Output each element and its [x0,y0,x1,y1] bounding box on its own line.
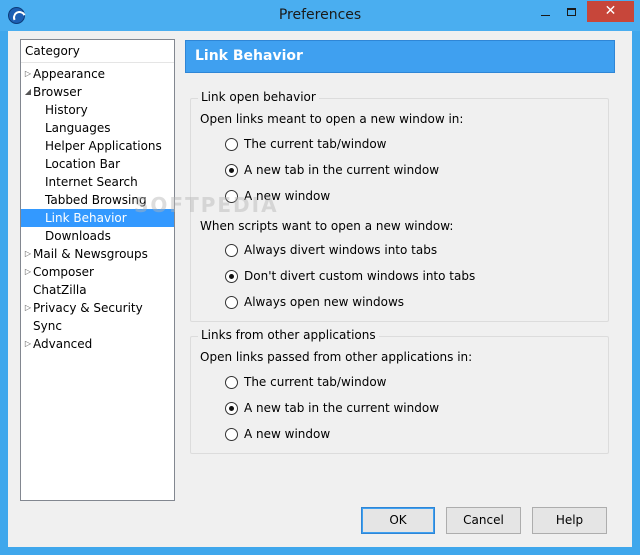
tree-item-label: Downloads [45,229,111,243]
tree-item-label: Privacy & Security [33,301,143,315]
tree-item-label: Advanced [33,337,93,351]
group-title: Link open behavior [198,90,319,104]
collapse-arrow-icon[interactable]: ◢ [23,83,33,101]
radio-open-new-windows[interactable] [225,296,238,309]
radio-label[interactable]: Always open new windows [244,295,404,309]
expand-arrow-icon[interactable]: ▷ [23,299,33,317]
close-icon: ✕ [604,3,617,19]
tree-item-label: History [45,103,88,117]
expand-arrow-icon[interactable]: ▷ [23,263,33,281]
tree-item-label: ChatZilla [33,283,87,297]
radio-label[interactable]: The current tab/window [244,375,386,389]
tree-item-location-bar[interactable]: Location Bar [21,155,174,173]
expand-arrow-icon[interactable]: ▷ [23,335,33,353]
tree-item-label: Helper Applications [45,139,162,153]
ok-button[interactable]: OK [361,507,435,534]
expand-arrow-icon[interactable]: ▷ [23,65,33,83]
preferences-window: Preferences ✕ Category ▷ Appearance ◢ Br… [0,0,640,555]
minimize-button[interactable] [532,1,558,23]
radio-other-new-tab[interactable] [225,402,238,415]
tree-item-sync[interactable]: Sync [21,317,174,335]
tree-item-composer[interactable]: ▷ Composer [21,263,174,281]
tree-item-label: Mail & Newsgroups [33,247,148,261]
tree-item-chatzilla[interactable]: ChatZilla [21,281,174,299]
radio-label[interactable]: Always divert windows into tabs [244,243,437,257]
tree-item-browser[interactable]: ◢ Browser [21,83,174,101]
tree-item-privacy-security[interactable]: ▷ Privacy & Security [21,299,174,317]
maximize-icon [567,8,576,16]
tree-item-label: Sync [33,319,62,333]
tree-item-history[interactable]: History [21,101,174,119]
radio-label[interactable]: Don't divert custom windows into tabs [244,269,475,283]
radio-new-tab[interactable] [225,164,238,177]
radio-divert-into-tabs[interactable] [225,244,238,257]
panel-title: Link Behavior [195,48,303,64]
other-apps-prompt: Open links passed from other application… [200,350,473,364]
radio-other-current-tab[interactable] [225,376,238,389]
scripts-prompt: When scripts want to open a new window: [200,219,454,233]
tree-item-label: Location Bar [45,157,121,171]
tree-item-label: Internet Search [45,175,138,189]
category-tree: Category ▷ Appearance ◢ Browser History … [20,39,175,501]
dialog-body: Category ▷ Appearance ◢ Browser History … [8,31,632,547]
radio-dont-divert-custom[interactable] [225,270,238,283]
cancel-button[interactable]: Cancel [446,507,521,534]
category-header: Category [21,40,174,63]
close-button[interactable]: ✕ [587,1,634,22]
radio-label[interactable]: A new window [244,427,330,441]
new-window-prompt: Open links meant to open a new window in… [200,112,464,126]
tree-item-label: Appearance [33,67,106,81]
tree-item-internet-search[interactable]: Internet Search [21,173,174,191]
expand-arrow-icon[interactable]: ▷ [23,245,33,263]
tree-item-label: Tabbed Browsing [45,193,147,207]
minimize-icon [541,15,550,16]
panel-header: Link Behavior [185,40,615,73]
tree-item-downloads[interactable]: Downloads [21,227,174,245]
radio-label[interactable]: The current tab/window [244,137,386,151]
tree-item-label: Browser [33,85,82,99]
radio-label[interactable]: A new tab in the current window [244,163,439,177]
softpedia-watermark: SOFTPEDIA [134,193,279,217]
title-bar[interactable]: Preferences ✕ [0,0,640,31]
tree-item-mail-newsgroups[interactable]: ▷ Mail & Newsgroups [21,245,174,263]
tree-item-advanced[interactable]: ▷ Advanced [21,335,174,353]
group-title: Links from other applications [198,328,379,342]
maximize-button[interactable] [558,1,584,23]
radio-current-tab[interactable] [225,138,238,151]
radio-other-new-window[interactable] [225,428,238,441]
tree-item-label: Languages [45,121,111,135]
tree-item-appearance[interactable]: ▷ Appearance [21,65,174,83]
help-button[interactable]: Help [532,507,607,534]
tree-item-label: Composer [33,265,94,279]
tree-item-label: Link Behavior [45,211,127,225]
tree-item-languages[interactable]: Languages [21,119,174,137]
tree-item-helper-applications[interactable]: Helper Applications [21,137,174,155]
radio-label[interactable]: A new tab in the current window [244,401,439,415]
